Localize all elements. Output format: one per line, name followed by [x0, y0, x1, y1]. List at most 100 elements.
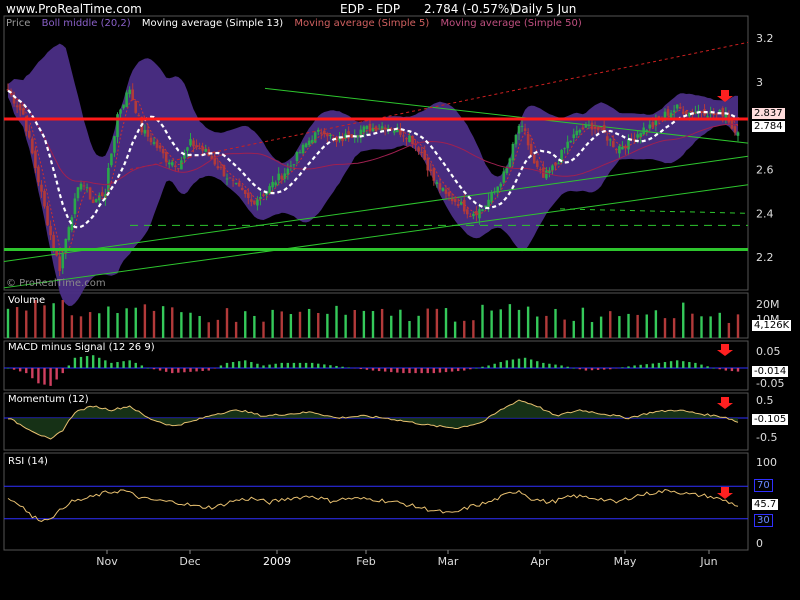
candle-body [268, 186, 271, 194]
legend-sma13: Moving average (Simple 13) [141, 18, 284, 29]
candle-body [231, 179, 235, 181]
macd-bar [146, 368, 150, 369]
volume-bar [526, 306, 530, 338]
macd-bar [736, 368, 740, 372]
legend-price: Price [6, 18, 31, 29]
macd-bar [450, 368, 454, 372]
volume-bar [599, 316, 603, 338]
macd-bar [517, 358, 521, 368]
candle-body [146, 129, 150, 137]
candle-body [681, 111, 685, 114]
candle-body [304, 143, 308, 147]
candle-body [472, 213, 475, 217]
candle-body [505, 168, 509, 174]
macd-bar [536, 361, 539, 368]
candle-body [46, 206, 49, 226]
macd-bar [335, 365, 338, 368]
volume-bar [307, 308, 311, 338]
macd-bar [657, 362, 661, 368]
volume-bar [189, 312, 192, 338]
trend-line-green-dashed [559, 208, 749, 214]
candle-body [569, 140, 573, 143]
volume-bar [499, 309, 502, 338]
volume-bar [15, 307, 19, 338]
macd-bar [262, 365, 265, 368]
candle-body [523, 128, 527, 131]
candle-body [450, 198, 454, 202]
candle-body [131, 89, 135, 101]
candle-body [578, 129, 582, 133]
macd-bar [590, 368, 594, 371]
candle-body [481, 209, 484, 212]
candle-body [611, 141, 615, 148]
candle-body [426, 158, 430, 171]
macd-last-label: -0.014 [752, 366, 789, 377]
volume-bar [691, 313, 694, 338]
macd-bar [609, 368, 612, 370]
volume-bar [43, 305, 46, 338]
x-axis-label: Jun [699, 555, 717, 568]
candle-body [432, 168, 436, 181]
candle-body [177, 168, 180, 170]
macd-bar [43, 368, 46, 385]
volume-bar [727, 322, 731, 338]
candle-body [508, 158, 512, 168]
candle-body [94, 199, 98, 203]
macd-bar [390, 368, 393, 373]
x-axis-label: Dec [179, 555, 200, 568]
macd-bar [675, 360, 679, 368]
macd-bar [584, 368, 588, 371]
candle-body [736, 132, 740, 136]
volume-bar [6, 308, 10, 338]
macd-bar [718, 368, 721, 370]
macd-bar [31, 368, 34, 379]
volume-bar [563, 319, 566, 338]
candle-body [280, 175, 284, 180]
rsi-arrow-icon [717, 487, 733, 499]
macd-bar [329, 365, 332, 368]
momentum-y-tick: 0.5 [756, 394, 774, 407]
macd-bar [408, 368, 411, 374]
rsi-y-tick: 0 [756, 537, 763, 550]
macd-bar [651, 363, 655, 368]
candle-body [499, 183, 503, 187]
volume-bar [636, 314, 639, 338]
x-axis-label: Nov [96, 555, 118, 568]
candle-body [529, 143, 533, 155]
candle-body [465, 209, 469, 215]
macd-bar [292, 362, 296, 368]
candle-body [587, 124, 591, 127]
volume-bar [463, 320, 466, 338]
price-y-tick: 2.4 [756, 207, 774, 220]
legend-sma5: Moving average (Simple 5) [294, 18, 430, 29]
macd-bar [669, 361, 673, 368]
candle-body [329, 134, 332, 137]
candle-body [298, 152, 302, 154]
volume-bar [390, 315, 393, 338]
macd-bar [116, 362, 119, 368]
volume-bar [98, 313, 101, 338]
macd-bar [542, 362, 545, 368]
volume-bar [672, 318, 676, 338]
macd-bar [6, 368, 10, 369]
macd-bar [85, 356, 89, 368]
volume-bar [517, 309, 521, 338]
candle-body [651, 122, 655, 128]
candle-body [392, 130, 396, 133]
candle-body [37, 166, 40, 183]
volume-bar [645, 314, 648, 338]
rsi-line [7, 488, 739, 522]
candle-body [733, 126, 737, 133]
candle-body [259, 196, 262, 199]
candle-body [76, 187, 80, 199]
candle-body [456, 203, 460, 207]
macd-bar [359, 368, 363, 370]
candle-body [228, 177, 232, 179]
site-title: www.ProRealTime.com [6, 2, 142, 16]
candle-body [192, 140, 195, 147]
macd-bar [152, 368, 156, 370]
candle-body [475, 210, 478, 216]
macd-bar [493, 363, 496, 368]
macd-bar [195, 368, 198, 372]
candle-body [487, 199, 490, 207]
